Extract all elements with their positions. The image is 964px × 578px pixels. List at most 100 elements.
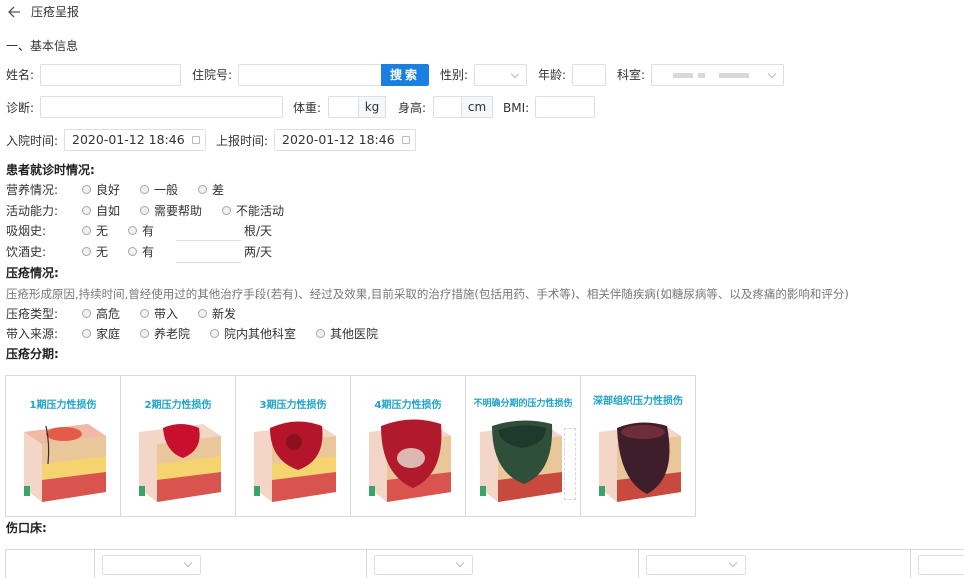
stage-card-3[interactable]: 3期压力性损伤 — [236, 376, 351, 516]
smoking-amount-input[interactable] — [176, 240, 241, 241]
chevron-down-icon — [455, 558, 465, 568]
age-label: 年龄: — [538, 68, 567, 82]
stage-title: 深部组织压力性损伤 — [593, 396, 683, 407]
admit-time-label: 入院时间: — [6, 134, 59, 148]
radio-source-other-dept[interactable] — [210, 329, 219, 338]
stage-card-unstageable[interactable]: 不明确分期的压力性损伤 — [466, 376, 581, 516]
wound-bed-heading: 伤口床: — [6, 521, 47, 535]
radio-smoking-no[interactable] — [82, 226, 91, 235]
radio-label: 自如 — [96, 204, 121, 218]
source-label: 带入来源: — [6, 327, 59, 341]
wound-bed-select-3[interactable] — [646, 555, 746, 575]
radio-source-nursing-home[interactable] — [140, 329, 149, 338]
diagnosis-input[interactable] — [40, 96, 283, 118]
stage-4-illustration — [369, 419, 451, 502]
nutrition-label: 营养情况: — [6, 183, 59, 197]
drinking-unit: 两/天 — [244, 245, 273, 259]
radio-label: 一般 — [154, 183, 179, 197]
visit-heading: 患者就诊时情况: — [6, 163, 95, 177]
stage-title: 1期压力性损伤 — [29, 400, 97, 411]
radio-activity-free[interactable] — [82, 206, 91, 215]
radio-source-other-hospital[interactable] — [316, 329, 325, 338]
radio-nutrition-fair[interactable] — [140, 185, 149, 194]
radio-label: 新发 — [212, 307, 237, 321]
wound-bed-select-1[interactable] — [102, 555, 201, 575]
wound-bed-table-row — [5, 549, 964, 578]
stage-card-1[interactable]: 1期压力性损伤 — [6, 376, 121, 516]
stage-deep-tissue-illustration — [599, 422, 681, 502]
height-input[interactable] — [433, 96, 462, 118]
radio-drinking-no[interactable] — [82, 247, 91, 256]
radio-type-new[interactable] — [198, 309, 207, 318]
radio-activity-help[interactable] — [140, 206, 149, 215]
stage-card-deep-tissue[interactable]: 深部组织压力性损伤 — [581, 376, 695, 516]
ulcer-description: 压疮形成原因,持续时间,曾经使用过的其他治疗手段(若有)、经过及效果,目前采取的… — [6, 287, 849, 301]
radio-drinking-yes[interactable] — [128, 247, 137, 256]
bmi-input[interactable] — [535, 96, 595, 118]
radio-label: 院内其他科室 — [224, 327, 297, 341]
smoking-unit: 根/天 — [244, 224, 273, 238]
radio-label: 不能活动 — [236, 204, 285, 218]
bmi-label: BMI: — [503, 101, 530, 115]
chevron-down-icon — [510, 69, 520, 79]
report-time-picker[interactable]: 2020-01-12 18:46 — [274, 129, 416, 151]
stage-title: 3期压力性损伤 — [259, 400, 327, 411]
smoking-label: 吸烟史: — [6, 224, 47, 238]
weight-label: 体重: — [293, 101, 322, 115]
radio-type-high-risk[interactable] — [82, 309, 91, 318]
age-input[interactable] — [572, 64, 606, 86]
admit-time-value: 2020-01-12 18:46 — [72, 132, 185, 147]
radio-label: 需要帮助 — [154, 204, 203, 218]
gender-select[interactable] — [474, 64, 527, 86]
stage-card-4[interactable]: 4期压力性损伤 — [351, 376, 466, 516]
radio-label: 有 — [142, 245, 155, 259]
inpatient-number-input[interactable] — [238, 64, 382, 86]
admit-time-picker[interactable]: 2020-01-12 18:46 — [64, 129, 206, 151]
stage-card-2[interactable]: 2期压力性损伤 — [121, 376, 236, 516]
calendar-icon — [192, 136, 200, 144]
calendar-icon — [402, 136, 410, 144]
chevron-down-icon — [728, 558, 738, 568]
stage-side-dots — [564, 428, 576, 500]
back-arrow-icon[interactable] — [7, 5, 21, 19]
stage-title: 不明确分期的压力性损伤 — [473, 399, 573, 409]
radio-nutrition-poor[interactable] — [198, 185, 207, 194]
department-value-blurred — [673, 73, 693, 78]
stage-1-illustration — [24, 424, 106, 502]
chevron-down-icon — [767, 69, 777, 79]
drinking-amount-input[interactable] — [176, 262, 241, 263]
radio-activity-none[interactable] — [222, 206, 231, 215]
radio-type-brought-in[interactable] — [140, 309, 149, 318]
wound-bed-select-2[interactable] — [374, 555, 473, 575]
activity-label: 活动能力: — [6, 204, 59, 218]
wound-bed-select-4[interactable] — [918, 555, 964, 575]
radio-source-home[interactable] — [82, 329, 91, 338]
stage-title: 4期压力性损伤 — [374, 400, 442, 411]
ulcer-type-label: 压疮类型: — [6, 307, 59, 321]
radio-label: 带入 — [154, 307, 179, 321]
radio-label: 有 — [142, 224, 155, 238]
report-time-value: 2020-01-12 18:46 — [282, 132, 395, 147]
section-basic-info: 一、基本信息 — [6, 39, 79, 53]
height-label: 身高: — [398, 101, 427, 115]
drinking-label: 饮酒史: — [6, 245, 47, 259]
radio-smoking-yes[interactable] — [128, 226, 137, 235]
stage-unstageable-illustration — [480, 420, 562, 502]
height-unit: cm — [462, 96, 493, 118]
radio-label: 良好 — [96, 183, 121, 197]
stage-2-illustration — [139, 424, 221, 502]
radio-label: 家庭 — [96, 327, 121, 341]
inpatient-label: 住院号: — [192, 68, 233, 82]
radio-nutrition-good[interactable] — [82, 185, 91, 194]
search-button[interactable]: 搜索 — [381, 64, 429, 86]
stage-gallery: 1期压力性损伤 2期压力性损伤 3期压力性损伤 4期压力性损伤 不明确分期的压力… — [5, 375, 696, 517]
department-label: 科室: — [617, 68, 646, 82]
name-input[interactable] — [40, 64, 181, 86]
name-label: 姓名: — [6, 68, 35, 82]
department-select[interactable] — [651, 64, 784, 86]
stage-heading: 压疮分期: — [6, 347, 59, 361]
page-title: 压疮呈报 — [31, 5, 80, 19]
radio-label: 无 — [96, 245, 109, 259]
weight-input[interactable] — [328, 96, 359, 118]
radio-label: 高危 — [96, 307, 121, 321]
